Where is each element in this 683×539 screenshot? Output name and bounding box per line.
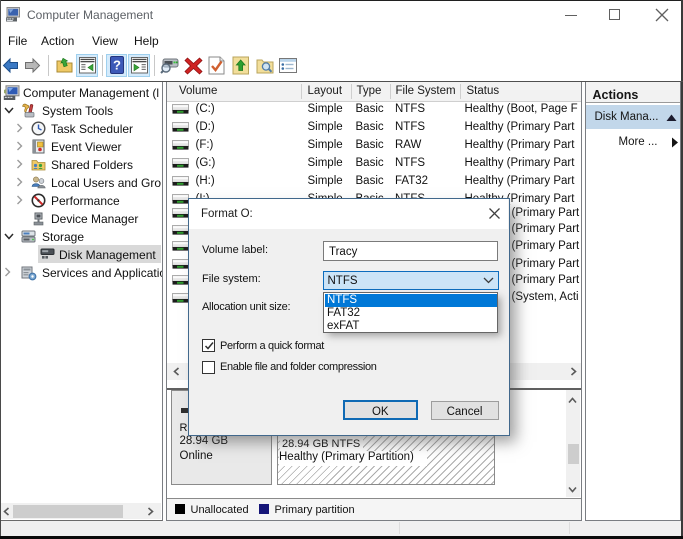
svg-text:?: ? (113, 58, 121, 73)
